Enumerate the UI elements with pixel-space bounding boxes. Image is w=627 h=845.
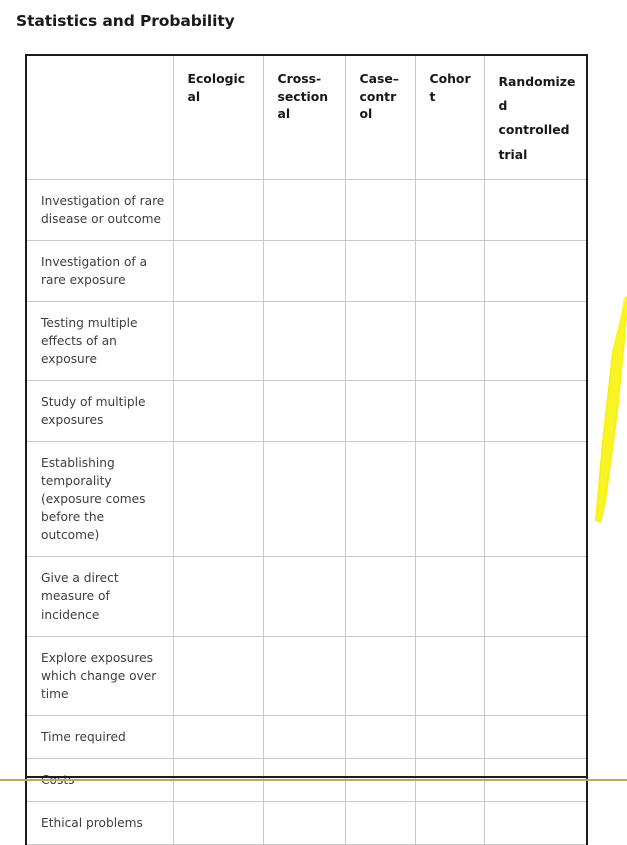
column-header-case-control: Case–control	[345, 55, 416, 180]
table-row: Ethical problems	[26, 801, 587, 845]
study-design-comparison-table: Ecological Cross-sectional Case–control …	[25, 54, 588, 845]
table-cell[interactable]	[345, 441, 416, 558]
table-cell[interactable]	[345, 636, 416, 716]
row-label: Testing multiple effects of an exposure	[26, 301, 174, 382]
table-cell[interactable]	[415, 240, 485, 302]
table-cell[interactable]	[415, 441, 485, 558]
table-cell[interactable]	[484, 301, 587, 382]
table-cell[interactable]	[345, 801, 416, 845]
table-cell[interactable]	[173, 556, 264, 637]
table-cell[interactable]	[173, 179, 264, 241]
table-cell[interactable]	[263, 556, 346, 637]
table-cell[interactable]	[173, 715, 264, 759]
table-row: Testing multiple effects of an exposure	[26, 301, 587, 382]
comparison-table-container: Ecological Cross-sectional Case–control …	[25, 54, 588, 845]
table-cell[interactable]	[415, 380, 485, 443]
column-header-ecological: Ecological	[173, 55, 264, 180]
table-cell[interactable]	[484, 380, 587, 443]
table-cell[interactable]	[345, 301, 416, 382]
table-cell[interactable]	[345, 240, 416, 302]
table-cell[interactable]	[173, 380, 264, 443]
table-row: Give a direct measure of incidence	[26, 556, 587, 637]
table-row: Establishing temporality (exposure comes…	[26, 441, 587, 558]
table-row: Time required	[26, 715, 587, 759]
page-title: Statistics and Probability	[16, 12, 235, 30]
table-cell[interactable]	[173, 240, 264, 302]
table-cell[interactable]	[345, 179, 416, 241]
table-cell[interactable]	[173, 801, 264, 845]
yellow-highlighter-stroke-icon	[595, 296, 627, 523]
table-cell[interactable]	[415, 179, 485, 241]
table-cell[interactable]	[415, 301, 485, 382]
table-cell[interactable]	[173, 301, 264, 382]
row-label: Ethical problems	[26, 801, 174, 845]
table-row: Investigation of a rare exposure	[26, 240, 587, 302]
row-label: Investigation of rare disease or outcome	[26, 179, 174, 241]
table-cell[interactable]	[263, 179, 346, 241]
table-cell[interactable]	[345, 380, 416, 443]
table-body: Investigation of rare disease or outcome…	[26, 179, 587, 845]
table-cell[interactable]	[484, 179, 587, 241]
table-cell[interactable]	[484, 240, 587, 302]
table-cell[interactable]	[484, 441, 587, 558]
table-row: Investigation of rare disease or outcome	[26, 179, 587, 241]
table-cell[interactable]	[484, 636, 587, 716]
table-cell[interactable]	[484, 715, 587, 759]
row-label: Explore exposures which change over time	[26, 636, 174, 716]
table-cell[interactable]	[263, 801, 346, 845]
table-corner-header	[26, 55, 174, 180]
table-cell[interactable]	[173, 441, 264, 558]
table-cell[interactable]	[415, 715, 485, 759]
table-cell[interactable]	[263, 301, 346, 382]
column-header-cross-sectional: Cross-sectional	[263, 55, 346, 180]
column-header-cohort: Cohort	[415, 55, 485, 180]
table-cell[interactable]	[415, 556, 485, 637]
table-cell[interactable]	[345, 715, 416, 759]
column-header-randomized-controlled-trial: Randomized controlled trial	[484, 55, 587, 180]
row-label: Time required	[26, 715, 174, 759]
table-cell[interactable]	[263, 715, 346, 759]
table-header: Ecological Cross-sectional Case–control …	[26, 55, 587, 180]
table-cell[interactable]	[263, 380, 346, 443]
table-cell[interactable]	[415, 801, 485, 845]
page-bottom-rule	[0, 779, 627, 781]
row-label: Give a direct measure of incidence	[26, 556, 174, 637]
page-bottom-border	[25, 776, 586, 778]
table-cell[interactable]	[415, 636, 485, 716]
row-label: Investigation of a rare exposure	[26, 240, 174, 302]
table-header-row: Ecological Cross-sectional Case–control …	[26, 55, 587, 180]
row-label: Study of multiple exposures	[26, 380, 174, 443]
table-row: Explore exposures which change over time	[26, 636, 587, 716]
table-cell[interactable]	[263, 636, 346, 716]
table-cell[interactable]	[173, 636, 264, 716]
table-cell[interactable]	[263, 441, 346, 558]
row-label: Establishing temporality (exposure comes…	[26, 441, 174, 558]
table-cell[interactable]	[484, 801, 587, 845]
table-cell[interactable]	[345, 556, 416, 637]
table-row: Study of multiple exposures	[26, 380, 587, 443]
table-cell[interactable]	[484, 556, 587, 637]
table-cell[interactable]	[263, 240, 346, 302]
